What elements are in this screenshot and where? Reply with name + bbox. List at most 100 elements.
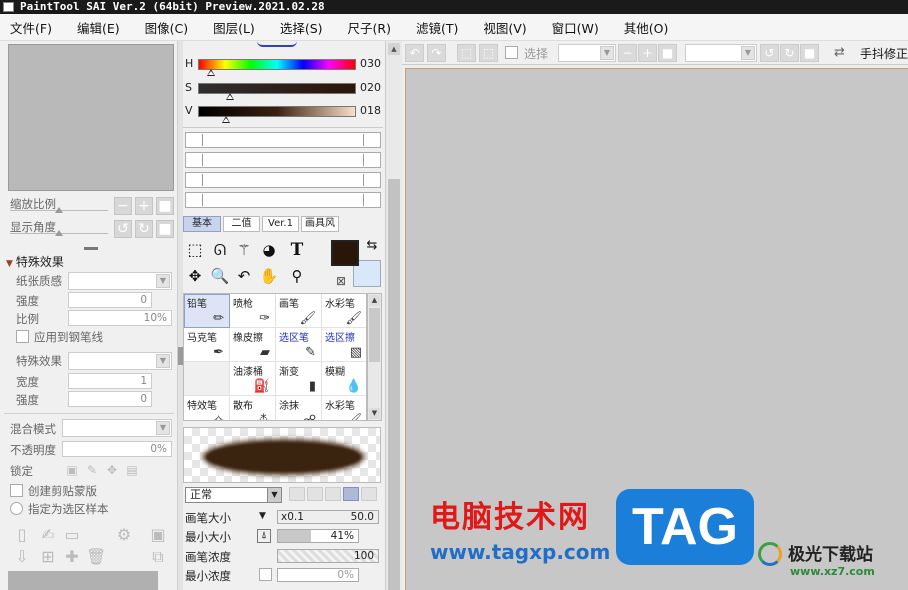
rect-select-icon[interactable]: ⬚ bbox=[184, 239, 206, 261]
invert-selection-button[interactable]: ⬚ bbox=[479, 44, 498, 62]
opacity-field[interactable]: 0% bbox=[62, 441, 172, 457]
effect-strength-field[interactable]: 0 bbox=[68, 391, 152, 407]
transparent-color-icon[interactable]: ⊠ bbox=[330, 270, 352, 292]
angle-slider-handle[interactable] bbox=[55, 230, 63, 236]
canvas-rotate-right-button[interactable]: ↻ bbox=[780, 44, 799, 62]
canvas-zoom-out-button[interactable]: − bbox=[618, 44, 637, 62]
min-size-bar[interactable]: 41% bbox=[277, 529, 359, 543]
brush-shape-1[interactable] bbox=[289, 487, 305, 501]
merge-down-icon[interactable]: ⊞ bbox=[38, 547, 58, 567]
menu-other[interactable]: 其他(O) bbox=[614, 18, 679, 37]
layer-effect-icon[interactable]: ⚙ bbox=[114, 525, 134, 545]
rotate-right-button[interactable]: ↻ bbox=[135, 220, 153, 238]
brush-slot[interactable]: 模糊 💧 bbox=[322, 362, 366, 396]
menu-image[interactable]: 图像(C) bbox=[135, 18, 198, 37]
lasso-icon[interactable]: ᘏ bbox=[209, 239, 231, 261]
color-slot-2[interactable] bbox=[185, 152, 381, 168]
zoom-in-button[interactable]: + bbox=[135, 197, 153, 215]
brush-shape-4[interactable] bbox=[343, 487, 359, 501]
zoom-slider-handle[interactable] bbox=[55, 207, 63, 213]
panel-splitter[interactable] bbox=[84, 247, 98, 250]
value-slider-handle[interactable] bbox=[222, 116, 231, 123]
shape-icon[interactable]: ◕ bbox=[258, 239, 280, 261]
brush-slot[interactable]: 特效笔 ✧ bbox=[184, 396, 230, 420]
flip-icon[interactable]: ⇄ bbox=[834, 45, 845, 60]
tab-ver1[interactable]: Ver.1 bbox=[262, 216, 299, 232]
brush-blend-select[interactable]: 正常 ▼ bbox=[185, 487, 282, 503]
eyedropper-icon[interactable]: ⚲ bbox=[286, 265, 308, 287]
lock-pixels-icon[interactable]: ▣ bbox=[62, 460, 82, 480]
deselect-button[interactable]: ⬚ bbox=[457, 44, 476, 62]
hue-slider[interactable] bbox=[198, 59, 356, 70]
size-multiplier-dropdown-icon[interactable]: ▼ bbox=[259, 511, 266, 521]
brush-slot[interactable]: 选区擦 ▧ bbox=[322, 328, 366, 362]
brush-slot[interactable]: 水彩笔 🖌 bbox=[322, 396, 366, 420]
pressure-density-checkbox[interactable] bbox=[259, 568, 272, 581]
clear-layer-icon[interactable]: ✚ bbox=[62, 547, 82, 567]
brush-grid-scroll-thumb[interactable] bbox=[369, 308, 380, 362]
apply-to-pen-checkbox[interactable] bbox=[16, 330, 29, 343]
menu-window[interactable]: 窗口(W) bbox=[542, 18, 609, 37]
effect-type-select[interactable]: ▼ bbox=[68, 352, 172, 370]
tab-basic[interactable]: 基本 bbox=[183, 216, 221, 232]
canvas-zoom-reset-button[interactable]: ■ bbox=[658, 44, 677, 62]
menu-filter[interactable]: 滤镜(T) bbox=[406, 18, 468, 37]
min-density-bar[interactable]: 0% bbox=[277, 568, 359, 582]
brush-slot[interactable]: 画笔 🖌 bbox=[276, 294, 322, 328]
rotate-left-button[interactable]: ↺ bbox=[114, 220, 132, 238]
scroll-up-icon[interactable]: ▲ bbox=[369, 295, 380, 306]
paper-texture-select[interactable]: ▼ bbox=[68, 272, 172, 290]
brush-slot[interactable]: 涂抹 ☍ bbox=[276, 396, 322, 420]
layer-mask-icon[interactable]: ▣ bbox=[148, 525, 168, 545]
menu-file[interactable]: 文件(F) bbox=[0, 18, 62, 37]
saturation-slider[interactable] bbox=[198, 83, 356, 94]
layer-list[interactable] bbox=[8, 571, 158, 590]
menu-layer[interactable]: 图层(L) bbox=[203, 18, 265, 37]
rotate-view-icon[interactable]: ↶ bbox=[233, 265, 255, 287]
delete-layer-icon[interactable]: 🗑 bbox=[86, 547, 106, 567]
selection-source-radio[interactable] bbox=[10, 502, 23, 515]
tool-panel-scroll-thumb[interactable] bbox=[388, 179, 400, 590]
new-layer-icon[interactable]: ▯ bbox=[12, 525, 32, 545]
new-linework-layer-icon[interactable]: ✍ bbox=[38, 525, 58, 545]
menu-select[interactable]: 选择(S) bbox=[270, 18, 333, 37]
zoom-level-select[interactable]: ▼ bbox=[558, 44, 616, 62]
texture-strength-field[interactable]: 0 bbox=[68, 292, 152, 308]
brush-slot[interactable]: 铅笔 ✏ bbox=[184, 294, 230, 328]
lock-alpha-icon[interactable]: ▤ bbox=[122, 460, 142, 480]
brush-slot[interactable]: 散布 ⁂ bbox=[230, 396, 276, 420]
brush-slot[interactable]: 油漆桶 ⛽ bbox=[230, 362, 276, 396]
menu-view[interactable]: 视图(V) bbox=[473, 18, 536, 37]
brush-size-field[interactable]: x0.1 50.0 bbox=[277, 510, 379, 524]
color-slot-3[interactable] bbox=[185, 172, 381, 188]
tab-paint-style[interactable]: 画具风 bbox=[301, 216, 339, 232]
navigator-preview[interactable] bbox=[8, 44, 174, 191]
menu-ruler[interactable]: 尺子(R) bbox=[338, 18, 401, 37]
hand-icon[interactable]: ✋ bbox=[258, 265, 280, 287]
blend-mode-select[interactable]: ▼ bbox=[62, 419, 172, 437]
color-slot-4[interactable] bbox=[185, 192, 381, 208]
rotation-select[interactable]: ▼ bbox=[685, 44, 757, 62]
brush-slot[interactable]: 选区笔 ✎ bbox=[276, 328, 322, 362]
clipping-mask-checkbox[interactable] bbox=[10, 484, 23, 497]
redo-button[interactable]: ↷ bbox=[427, 44, 446, 62]
effects-header[interactable]: ▼ 特殊效果 bbox=[6, 253, 64, 270]
swap-colors-icon[interactable]: ⇆ bbox=[361, 235, 383, 257]
saturation-slider-handle[interactable] bbox=[225, 93, 234, 100]
canvas-rotate-reset-button[interactable]: ■ bbox=[800, 44, 819, 62]
canvas-rotate-left-button[interactable]: ↺ bbox=[760, 44, 779, 62]
brush-shape-3[interactable] bbox=[325, 487, 341, 501]
zoom-icon[interactable]: 🔍 bbox=[209, 265, 231, 287]
canvas-zoom-in-button[interactable]: + bbox=[638, 44, 657, 62]
brush-slot[interactable]: 橡皮擦 ▰ bbox=[230, 328, 276, 362]
effect-width-field[interactable]: 1 bbox=[68, 373, 152, 389]
text-tool-icon[interactable]: T bbox=[286, 239, 308, 261]
zoom-out-button[interactable]: − bbox=[114, 197, 132, 215]
menu-edit[interactable]: 编辑(E) bbox=[67, 18, 130, 37]
brush-shape-5[interactable] bbox=[361, 487, 377, 501]
magic-wand-icon[interactable]: ⚚ bbox=[233, 239, 255, 261]
rotate-reset-button[interactable]: ■ bbox=[156, 220, 174, 238]
move-icon[interactable]: ✥ bbox=[184, 265, 206, 287]
scroll-down-icon[interactable]: ▼ bbox=[369, 408, 380, 419]
brush-grid-scrollbar[interactable]: ▲ ▼ bbox=[367, 293, 382, 421]
